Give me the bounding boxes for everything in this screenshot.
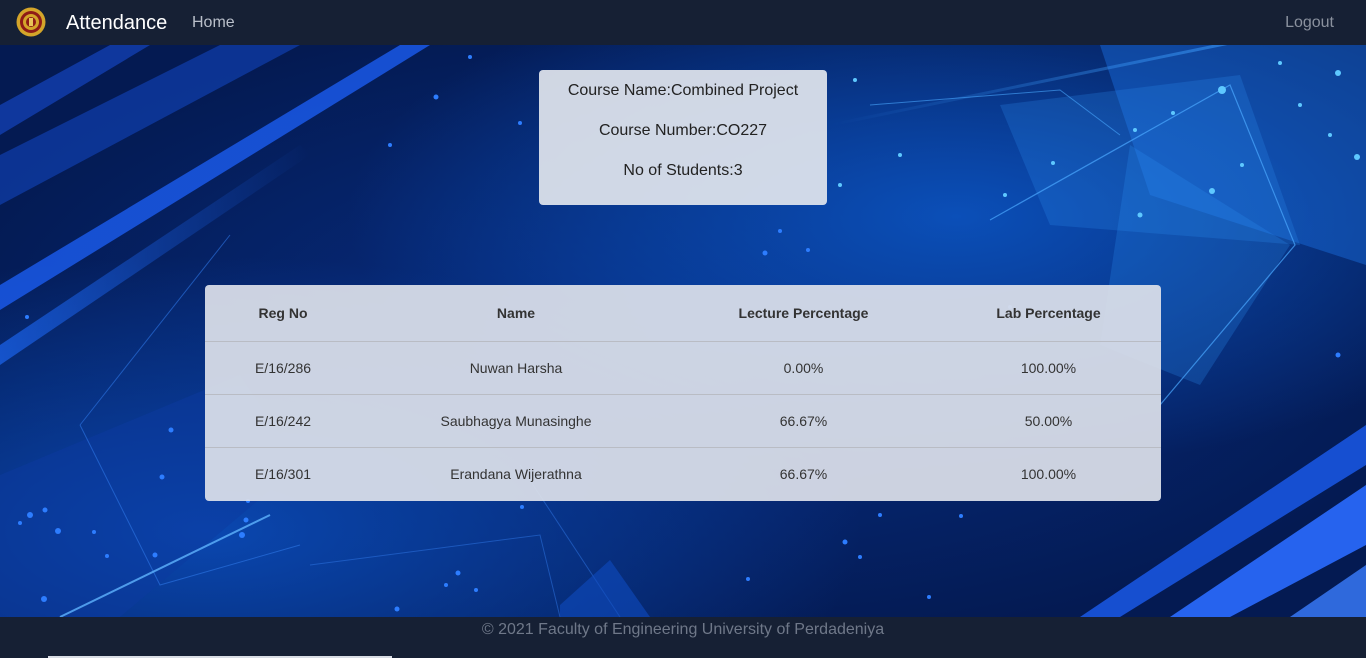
column-header-lab-percentage: Lab Percentage xyxy=(936,285,1161,342)
column-header-name: Name xyxy=(361,285,671,342)
lecture-percentage-cell: 0.00% xyxy=(671,341,936,395)
name-cell: Nuwan Harsha xyxy=(361,341,671,395)
lecture-percentage-cell: 66.67% xyxy=(779,466,828,482)
column-header-reg-no: Reg No xyxy=(205,285,361,342)
course-name: Course Name:Combined Project xyxy=(567,82,799,99)
lab-percentage-cell: 100.00% xyxy=(936,341,1161,395)
name-cell: Saubhagya Munasinghe xyxy=(361,394,671,448)
table-row: E/16/242 Saubhagya Munasinghe 66.67% 50.… xyxy=(205,394,1161,448)
brand-title[interactable]: Attendance xyxy=(66,11,167,35)
university-crest-icon[interactable] xyxy=(16,7,46,37)
course-info-card: Course Name:Combined Project Course Numb… xyxy=(539,70,827,205)
footer-copyright: © 2021 Faculty of Engineering University… xyxy=(481,621,885,638)
reg-no-cell: E/16/286 xyxy=(205,341,361,395)
reg-no-cell: E/16/242 xyxy=(205,394,361,448)
reg-no-cell: E/16/301 xyxy=(254,466,312,482)
nav-home-link[interactable]: Home xyxy=(192,13,235,33)
student-count: No of Students:3 xyxy=(623,162,743,179)
name-cell: Erandana Wijerathna xyxy=(450,466,582,482)
column-header-lecture-percentage: Lecture Percentage xyxy=(671,285,936,342)
attendance-table: Reg No Name Lecture Percentage Lab Perce… xyxy=(205,285,1161,500)
page-footer: © 2021 Faculty of Engineering University… xyxy=(0,617,1366,658)
table-row: E/16/286 Nuwan Harsha 0.00% 100.00% xyxy=(205,341,1161,395)
table-header-row: Reg No Name Lecture Percentage Lab Perce… xyxy=(205,285,1161,342)
lecture-percentage-cell: 66.67% xyxy=(671,394,936,448)
top-navbar: Attendance Home Logout xyxy=(0,0,1366,45)
lab-percentage-cell: 50.00% xyxy=(936,394,1161,448)
attendance-table-container: Reg No Name Lecture Percentage Lab Perce… xyxy=(205,285,1161,501)
course-number: Course Number:CO227 xyxy=(598,122,768,139)
table-row: E/16/301 Erandana Wijerathna 66.67% 100.… xyxy=(205,448,1161,501)
logout-link[interactable]: Logout xyxy=(1285,13,1334,33)
lab-percentage-cell: 100.00% xyxy=(1020,466,1077,482)
